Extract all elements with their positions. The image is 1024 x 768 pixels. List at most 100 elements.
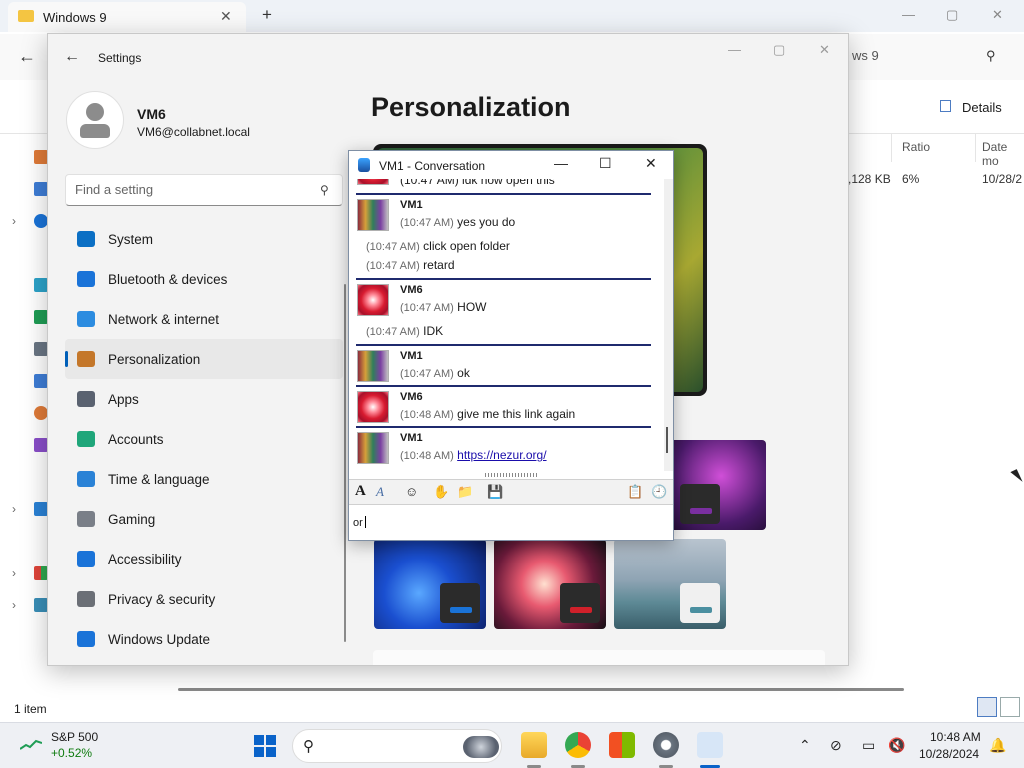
settings-back-button[interactable]: ← [64,48,80,66]
details-pane-icon [940,100,951,112]
settings-close-button[interactable]: ✕ [819,42,830,58]
search-icon[interactable]: ⚲ [320,183,329,197]
nav-item-gaming[interactable]: Gaming [65,499,343,539]
send-files-icon[interactable]: 📁 [457,484,473,500]
onedrive-icon[interactable] [34,214,48,228]
history-icon[interactable]: 🕘 [651,484,667,500]
settings-maximize-button[interactable]: ▢ [773,42,785,58]
wifi-icon [77,311,95,327]
stock-name[interactable]: S&P 500 [51,730,98,744]
chevron-right-icon[interactable]: › [12,502,16,516]
this-pc-icon[interactable] [34,502,48,516]
nav-item-apps[interactable]: Apps [65,379,343,419]
nav-item-accessibility[interactable]: Accessibility [65,539,343,579]
new-tab-button[interactable]: + [262,5,272,25]
settings-minimize-button[interactable]: — [728,42,741,57]
font-icon[interactable]: A [355,483,366,500]
nav-item-windows-update[interactable]: Windows Update [65,619,343,659]
nav-item-privacy-security[interactable]: Privacy & security [65,579,343,619]
messenger-icon[interactable] [697,732,723,758]
explorer-maximize-button[interactable]: ▢ [946,7,958,23]
conversation-title-bar[interactable]: VM1 - Conversation — ☐ ✕ [349,151,673,179]
chevron-right-icon[interactable]: › [12,214,16,228]
network-icon[interactable] [34,598,48,612]
message-input[interactable]: or [349,506,673,540]
file-explorer-icon[interactable] [521,732,547,758]
nav-item-label: Apps [108,392,139,407]
nav-item-network-internet[interactable]: Network & internet [65,299,343,339]
invite-icon[interactable]: 📋 [627,484,643,500]
shield-icon [77,591,95,607]
tiles-view-button[interactable] [1000,697,1020,717]
details-button[interactable]: Details [962,100,1002,115]
message-timestamp: (10:47 AM) [400,217,454,229]
home-icon[interactable] [34,150,48,164]
message-link[interactable]: https://nezur.org/ [457,448,546,462]
explorer-close-button[interactable]: ✕ [992,7,1003,23]
resize-grip[interactable] [485,473,539,477]
music-icon[interactable] [34,406,48,420]
pictures-icon[interactable] [34,374,48,388]
explorer-tab[interactable]: Windows 9 ✕ [8,2,246,32]
scrollbar-thumb[interactable] [666,427,668,453]
save-icon[interactable]: 💾 [487,484,503,500]
message-input-text[interactable]: or [353,516,366,529]
downloads-icon[interactable] [34,310,48,324]
stock-change[interactable]: +0.52% [51,746,92,760]
user-name: VM6 [137,106,166,122]
close-tab-icon[interactable]: ✕ [220,8,232,25]
emoticon-icon[interactable]: ☺ [405,484,418,499]
update-icon [77,631,95,647]
nav-item-label: Network & internet [108,312,220,327]
bell-icon[interactable]: 🔔 [989,737,1006,754]
desktop-icon[interactable] [34,278,48,292]
nav-item-time-language[interactable]: Time & language [65,459,343,499]
nav-item-bluetooth-devices[interactable]: Bluetooth & devices [65,259,343,299]
clock-time[interactable]: 10:48 AM [930,730,981,744]
column-header-ratio[interactable]: Ratio [902,140,930,154]
nav-item-label: Gaming [108,512,156,527]
nav-item-personalization[interactable]: Personalization [65,339,343,379]
nav-item-system[interactable]: System [65,219,343,259]
chevron-right-icon[interactable]: › [12,598,16,612]
settings-icon[interactable] [653,732,679,758]
explorer-search-text[interactable]: ws 9 [852,48,879,63]
taskbar-search[interactable]: ⚲ [292,729,502,763]
find-setting-input[interactable] [75,182,305,197]
clock-date[interactable]: 10/28/2024 [919,747,979,761]
history-scrollbar[interactable] [664,179,673,471]
network-off-icon[interactable]: ⊘ [830,737,842,754]
message-separator [356,278,651,280]
horizontal-scrollbar[interactable] [178,688,904,691]
file-size-cell: ,128 KB [848,172,891,186]
message-history[interactable]: (10:47 AM) idk how open this VM1 (10:47 AM… [349,179,673,619]
chrome-icon[interactable] [565,732,591,758]
chevron-right-icon[interactable]: › [12,566,16,580]
conversation-close-button[interactable]: ✕ [645,155,657,172]
windows-start-icon[interactable] [254,735,276,757]
volume-mute-icon[interactable]: 🔇 [888,737,905,754]
libraries-icon[interactable] [34,566,48,580]
column-header-date[interactable]: Date mo [982,140,1024,168]
details-view-button[interactable] [977,697,997,717]
nudge-icon[interactable]: ✋ [433,484,449,500]
videos-icon[interactable] [34,438,48,452]
documents-icon[interactable] [34,342,48,356]
chevron-up-icon[interactable]: ⌃ [799,737,811,754]
gallery-icon[interactable] [34,182,48,196]
display-icon[interactable]: ▭ [862,737,875,754]
nav-scrollbar[interactable] [344,284,346,642]
settings-card[interactable] [373,650,825,665]
find-setting-box[interactable]: ⚲ [65,174,343,206]
conversation-minimize-button[interactable]: — [554,155,568,171]
stock-chart-icon[interactable] [20,739,42,751]
font-style-icon[interactable]: A [376,484,384,500]
search-icon[interactable]: ⚲ [986,48,996,64]
conversation-maximize-button[interactable]: ☐ [599,155,612,172]
user-avatar[interactable] [66,91,124,149]
microsoft-store-icon[interactable] [609,732,635,758]
explorer-minimize-button[interactable]: — [902,7,915,22]
message-line: (10:48 AM) give me this link again [400,407,575,421]
explorer-back-button[interactable]: ← [18,46,36,67]
nav-item-accounts[interactable]: Accounts [65,419,343,459]
